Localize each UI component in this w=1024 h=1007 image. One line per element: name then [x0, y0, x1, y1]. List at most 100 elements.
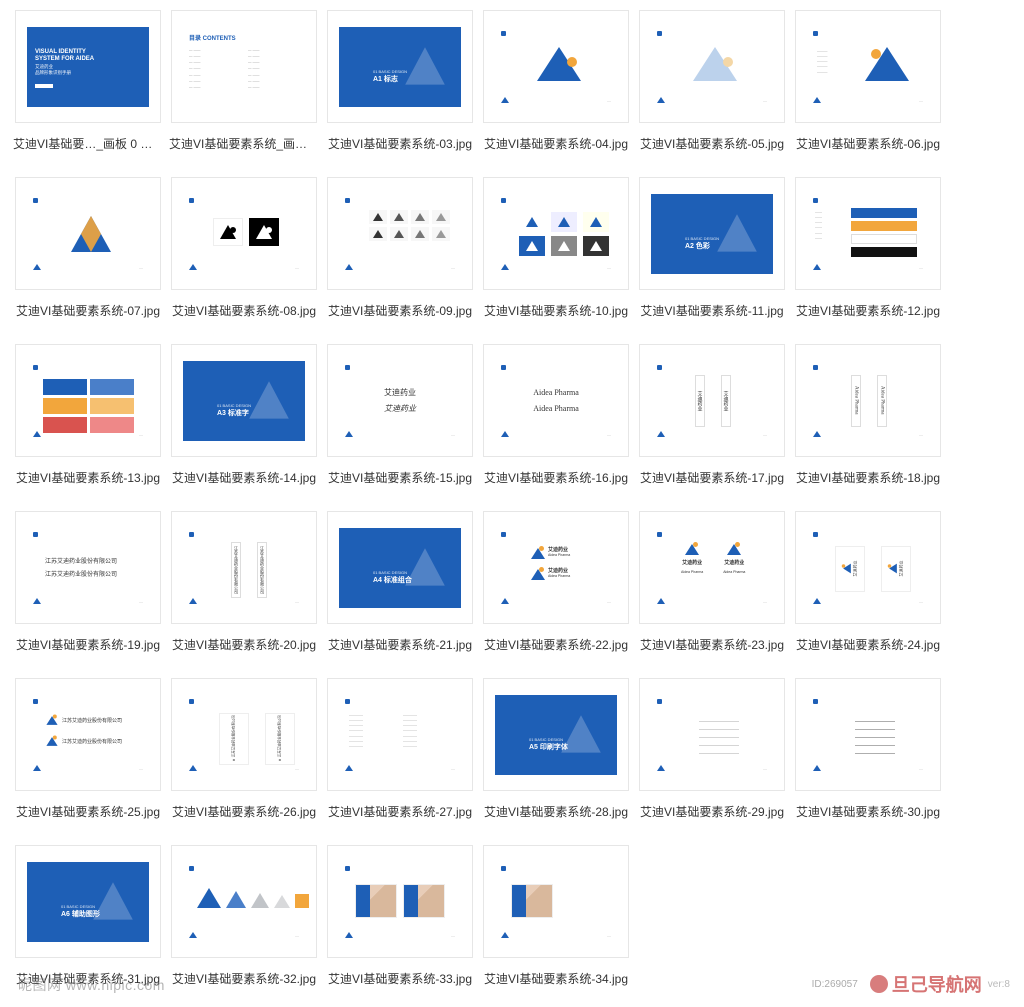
- thumbnail-filename: 艾迪VI基础要…_画板 0 副本.jpg: [13, 135, 163, 152]
- thumbnail-item[interactable]: 01 BASIC DESIGNA4 标准组合艾迪VI基础要素系统-21.jpg: [322, 511, 478, 653]
- thumbnail-filename: 艾迪VI基础要素系统-17.jpg: [637, 469, 787, 486]
- thumbnail-filename: 艾迪VI基础要素系统-15.jpg: [325, 469, 475, 486]
- thumbnail-filename: 艾迪VI基础要素系统-27.jpg: [325, 803, 475, 820]
- thumbnail-preview[interactable]: 艾迪药业Aidea Pharma艾迪药业Aidea Pharma—: [639, 511, 785, 624]
- thumbnail-item[interactable]: ————————————————————————————————————————…: [790, 678, 946, 820]
- thumbnail-preview[interactable]: 01 BASIC DESIGNA4 标准组合: [327, 511, 473, 624]
- thumbnail-preview[interactable]: ▲ 江苏艾迪药业股份有限公司▲ 江苏艾迪药业股份有限公司—: [171, 678, 317, 791]
- thumbnail-preview[interactable]: 01 BASIC DESIGNA3 标准字: [171, 344, 317, 457]
- thumbnail-filename: 艾迪VI基础要素系统_画板 1.jpg: [169, 135, 319, 152]
- thumbnail-item[interactable]: ————————————————————————————————————————…: [322, 678, 478, 820]
- thumbnail-filename: 艾迪VI基础要素系统-32.jpg: [169, 970, 319, 987]
- thumbnail-preview[interactable]: 艾迪药业艾迪药业—: [639, 344, 785, 457]
- thumbnail-preview[interactable]: VISUAL IDENTITYSYSTEM FOR AIDEA艾迪药业品牌形象识…: [15, 10, 161, 123]
- thumbnail-preview[interactable]: ————————————————: [795, 10, 941, 123]
- thumbnail-filename: 艾迪VI基础要素系统-29.jpg: [637, 803, 787, 820]
- thumbnail-item[interactable]: ————————————— 艾迪VI基础要素系统-12.jpg: [790, 177, 946, 319]
- thumbnail-filename: 艾迪VI基础要素系统-20.jpg: [169, 636, 319, 653]
- thumbnail-preview[interactable]: 01 BASIC DESIGNA6 辅助图形: [15, 845, 161, 958]
- thumbnail-item[interactable]: — 艾迪VI基础要素系统-04.jpg: [478, 10, 634, 152]
- thumbnail-filename: 艾迪VI基础要素系统-05.jpg: [637, 135, 787, 152]
- thumbnail-item[interactable]: 艾迪药业艾迪药业— 艾迪VI基础要素系统-15.jpg: [322, 344, 478, 486]
- thumbnail-item[interactable]: — 艾迪VI基础要素系统-05.jpg: [634, 10, 790, 152]
- thumbnail-preview[interactable]: —: [327, 177, 473, 290]
- thumbnail-item[interactable]: 艾迪药业艾迪药业— 艾迪VI基础要素系统-17.jpg: [634, 344, 790, 486]
- thumbnail-item[interactable]: — 艾迪VI基础要素系统-34.jpg: [478, 845, 634, 987]
- thumbnail-filename: 艾迪VI基础要素系统-04.jpg: [481, 135, 631, 152]
- thumbnail-preview[interactable]: —: [15, 344, 161, 457]
- thumbnail-preview[interactable]: Aidea PharmaAidea Pharma—: [483, 344, 629, 457]
- thumbnail-item[interactable]: — 艾迪VI基础要素系统-13.jpg: [10, 344, 166, 486]
- thumbnail-filename: 艾迪VI基础要素系统-14.jpg: [169, 469, 319, 486]
- thumbnail-preview[interactable]: ————————————————————————————————————————…: [327, 678, 473, 791]
- thumbnail-preview[interactable]: 艾迪药业艾迪药业—: [327, 344, 473, 457]
- thumbnail-filename: 艾迪VI基础要素系统-10.jpg: [481, 302, 631, 319]
- thumbnail-item[interactable]: — 艾迪VI基础要素系统-09.jpg: [322, 177, 478, 319]
- thumbnail-item[interactable]: 01 BASIC DESIGNA1 标志艾迪VI基础要素系统-03.jpg: [322, 10, 478, 152]
- thumbnail-preview[interactable]: —: [483, 845, 629, 958]
- thumbnail-preview[interactable]: —: [639, 10, 785, 123]
- thumbnail-preview[interactable]: 01 BASIC DESIGNA2 色彩: [639, 177, 785, 290]
- watermark-version: ver:8: [988, 979, 1010, 990]
- thumbnail-item[interactable]: 江苏艾迪药业股份有限公司江苏艾迪药业股份有限公司— 艾迪VI基础要素系统-20.j…: [166, 511, 322, 653]
- thumbnail-preview[interactable]: —: [483, 10, 629, 123]
- thumbnail-item[interactable]: 01 BASIC DESIGNA3 标准字艾迪VI基础要素系统-14.jpg: [166, 344, 322, 486]
- thumbnail-filename: 艾迪VI基础要素系统-18.jpg: [793, 469, 943, 486]
- thumbnail-preview[interactable]: —: [15, 177, 161, 290]
- thumbnail-preview[interactable]: 艾迪药业艾迪药业—: [795, 511, 941, 624]
- thumbnail-filename: 艾迪VI基础要素系统-11.jpg: [637, 302, 787, 319]
- thumbnail-item[interactable]: — 艾迪VI基础要素系统-32.jpg: [166, 845, 322, 987]
- thumbnail-item[interactable]: 艾迪药业艾迪药业— 艾迪VI基础要素系统-24.jpg: [790, 511, 946, 653]
- thumbnail-preview[interactable]: Aidea PharmaAidea Pharma—: [795, 344, 941, 457]
- thumbnail-filename: 艾迪VI基础要素系统-22.jpg: [481, 636, 631, 653]
- thumbnail-item[interactable]: Aidea PharmaAidea Pharma— 艾迪VI基础要素系统-18.j…: [790, 344, 946, 486]
- thumbnail-preview[interactable]: 目录 CONTENTS— ——— ——— ——— ——— ——— ——— ———…: [171, 10, 317, 123]
- thumbnail-filename: 艾迪VI基础要素系统-21.jpg: [325, 636, 475, 653]
- thumbnail-item[interactable]: 江苏艾迪药业股份有限公司江苏艾迪药业股份有限公司—艾迪VI基础要素系统-25.j…: [10, 678, 166, 820]
- thumbnail-filename: 艾迪VI基础要素系统-09.jpg: [325, 302, 475, 319]
- thumbnail-filename: 艾迪VI基础要素系统-24.jpg: [793, 636, 943, 653]
- thumbnail-item[interactable]: VISUAL IDENTITYSYSTEM FOR AIDEA艾迪药业品牌形象识…: [10, 10, 166, 152]
- thumbnail-filename: 艾迪VI基础要素系统-26.jpg: [169, 803, 319, 820]
- thumbnail-filename: 艾迪VI基础要素系统-19.jpg: [13, 636, 163, 653]
- thumbnail-filename: 艾迪VI基础要素系统-12.jpg: [793, 302, 943, 319]
- thumbnail-filename: 艾迪VI基础要素系统-06.jpg: [793, 135, 943, 152]
- thumbnail-preview[interactable]: 江苏艾迪药业股份有限公司江苏艾迪药业股份有限公司—: [171, 511, 317, 624]
- thumbnail-item[interactable]: — 艾迪VI基础要素系统-07.jpg: [10, 177, 166, 319]
- thumbnail-preview[interactable]: ————————————————————————————————————————…: [795, 678, 941, 791]
- thumbnail-item[interactable]: — 艾迪VI基础要素系统-10.jpg: [478, 177, 634, 319]
- thumbnail-preview[interactable]: —: [171, 177, 317, 290]
- thumbnail-item[interactable]: 01 BASIC DESIGNA5 印刷字体艾迪VI基础要素系统-28.jpg: [478, 678, 634, 820]
- thumbnail-item[interactable]: ▲ 江苏艾迪药业股份有限公司▲ 江苏艾迪药业股份有限公司— 艾迪VI基础要素系统-…: [166, 678, 322, 820]
- thumbnail-item[interactable]: 江苏艾迪药业股份有限公司江苏艾迪药业股份有限公司— 艾迪VI基础要素系统-19.j…: [10, 511, 166, 653]
- thumbnail-preview[interactable]: —: [327, 845, 473, 958]
- watermark-brand: 旦己导航网: [870, 971, 982, 997]
- thumbnail-item[interactable]: —艾迪VI基础要素系统-33.jpg: [322, 845, 478, 987]
- thumbnail-item[interactable]: 目录 CONTENTS— ——— ——— ——— ——— ——— ——— ———…: [166, 10, 322, 152]
- thumbnail-item[interactable]: 艾迪药业Aidea Pharma艾迪药业Aidea Pharma— 艾迪VI基础要…: [478, 511, 634, 653]
- thumbnail-item[interactable]: Aidea PharmaAidea Pharma—艾迪VI基础要素系统-16.j…: [478, 344, 634, 486]
- thumbnail-filename: 艾迪VI基础要素系统-08.jpg: [169, 302, 319, 319]
- thumbnail-item[interactable]: ————————————————————————————————————————…: [634, 678, 790, 820]
- thumbnail-item[interactable]: 01 BASIC DESIGNA6 辅助图形艾迪VI基础要素系统-31.jpg: [10, 845, 166, 987]
- thumbnail-preview[interactable]: 01 BASIC DESIGNA5 印刷字体: [483, 678, 629, 791]
- thumbnail-preview[interactable]: 01 BASIC DESIGNA1 标志: [327, 10, 473, 123]
- thumbnail-item[interactable]: ———————————————— 艾迪VI基础要素系统-06.jpg: [790, 10, 946, 152]
- thumbnail-preview[interactable]: —————————————: [795, 177, 941, 290]
- thumbnail-preview[interactable]: —: [483, 177, 629, 290]
- thumbnail-filename: 艾迪VI基础要素系统-23.jpg: [637, 636, 787, 653]
- thumbnail-filename: 艾迪VI基础要素系统-07.jpg: [13, 302, 163, 319]
- thumbnail-preview[interactable]: 江苏艾迪药业股份有限公司江苏艾迪药业股份有限公司—: [15, 511, 161, 624]
- thumbnail-filename: 艾迪VI基础要素系统-13.jpg: [13, 469, 163, 486]
- thumbnail-preview[interactable]: —: [171, 845, 317, 958]
- thumbnail-preview[interactable]: 江苏艾迪药业股份有限公司江苏艾迪药业股份有限公司—: [15, 678, 161, 791]
- thumbnail-preview[interactable]: ————————————————————————————————————————…: [639, 678, 785, 791]
- watermark-right: ID:269057 旦己导航网 ver:8: [812, 971, 1010, 997]
- thumbnail-preview[interactable]: 艾迪药业Aidea Pharma艾迪药业Aidea Pharma—: [483, 511, 629, 624]
- thumbnail-item[interactable]: 艾迪药业Aidea Pharma艾迪药业Aidea Pharma— 艾迪VI基础要…: [634, 511, 790, 653]
- thumbnail-item[interactable]: 01 BASIC DESIGNA2 色彩艾迪VI基础要素系统-11.jpg: [634, 177, 790, 319]
- watermark-left: 昵图网 www.nipic.com: [18, 975, 165, 995]
- thumbnail-filename: 艾迪VI基础要素系统-34.jpg: [481, 970, 631, 987]
- thumbnail-filename: 艾迪VI基础要素系统-30.jpg: [793, 803, 943, 820]
- thumbnail-item[interactable]: — 艾迪VI基础要素系统-08.jpg: [166, 177, 322, 319]
